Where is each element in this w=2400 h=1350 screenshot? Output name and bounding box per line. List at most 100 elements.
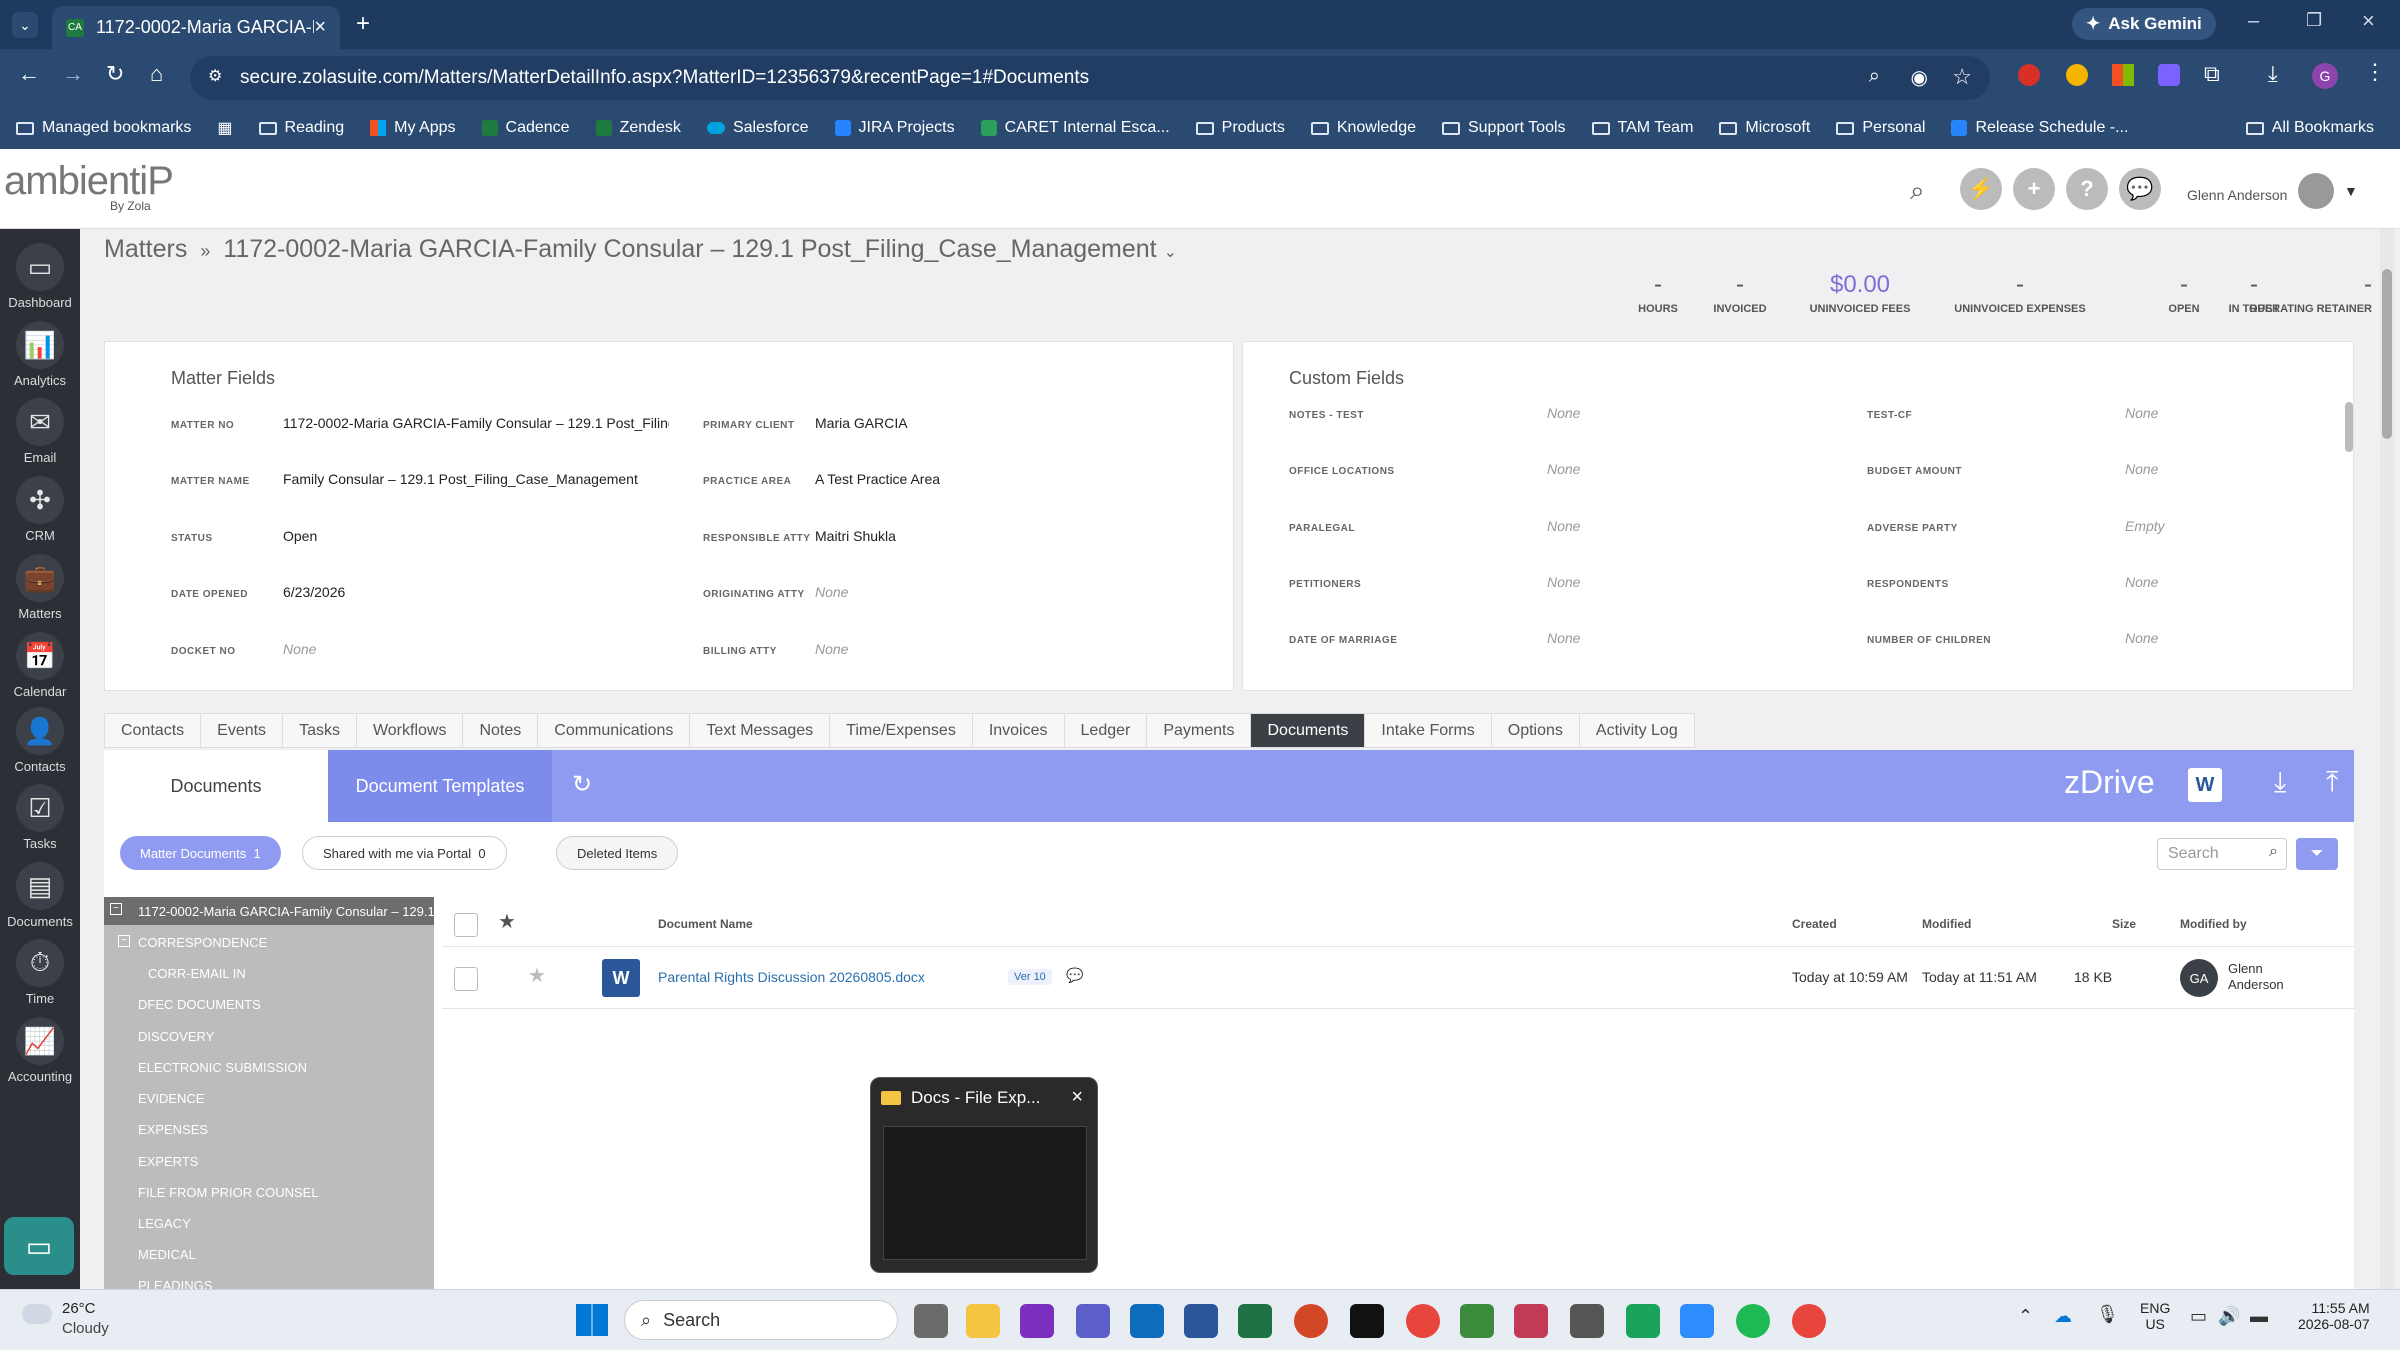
collapse-icon[interactable]: − — [110, 903, 122, 915]
extension-icon[interactable] — [2066, 64, 2088, 86]
onenote-icon[interactable] — [1020, 1304, 1054, 1338]
nav-calendar[interactable]: 📅 Calendar — [0, 632, 80, 699]
tab-intake-forms[interactable]: Intake Forms — [1364, 713, 1491, 748]
close-tab-icon[interactable]: × — [314, 16, 326, 39]
tree-node[interactable]: CORR-EMAIL IN — [148, 966, 246, 981]
bookmark-myapps[interactable]: My Apps — [370, 119, 456, 137]
tab-invoices[interactable]: Invoices — [971, 713, 1064, 748]
spotify-icon[interactable] — [1736, 1304, 1770, 1338]
matter-documents-filter[interactable]: Matter Documents 1 — [120, 836, 281, 870]
bookmark-jira[interactable]: JIRA Projects — [834, 119, 955, 137]
tab-notes[interactable]: Notes — [462, 713, 538, 748]
extension-icon[interactable] — [2158, 64, 2180, 86]
tree-node[interactable]: DFEC DOCUMENTS — [138, 997, 261, 1012]
tab-contacts[interactable]: Contacts — [104, 713, 201, 748]
favorite-star-icon[interactable]: ★ — [528, 963, 546, 988]
nav-documents[interactable]: ▤ Documents — [0, 862, 80, 929]
site-info-icon[interactable]: ⚙ — [208, 66, 222, 86]
windows-start-icon[interactable] — [576, 1304, 608, 1336]
eye-icon[interactable]: ◉ — [1911, 65, 1928, 90]
file-explorer-preview[interactable]: Docs - File Exp... × — [870, 1077, 1098, 1273]
tab-documents[interactable]: Documents — [1250, 713, 1365, 748]
bookmark-personal[interactable]: Personal — [1836, 119, 1925, 137]
bookmark-release-schedule[interactable]: Release Schedule -... — [1951, 119, 2128, 137]
restore-icon[interactable]: ❐ — [2306, 10, 2322, 31]
tab-text-messages[interactable]: Text Messages — [689, 713, 830, 748]
deleted-items-filter[interactable]: Deleted Items — [556, 836, 679, 870]
shared-via-portal-filter[interactable]: Shared with me via Portal 0 — [302, 836, 507, 870]
bookmark-cadence[interactable]: Cadence — [481, 119, 570, 137]
tree-node[interactable]: PLEADINGS — [138, 1278, 212, 1289]
panel-scrollbar[interactable] — [2345, 402, 2353, 452]
user-avatar[interactable] — [2298, 173, 2334, 209]
breadcrumb-root[interactable]: Matters — [104, 235, 187, 263]
bookmark-star-icon[interactable]: ☆ — [1952, 64, 1972, 90]
tree-node[interactable]: FILE FROM PRIOR COUNSEL — [138, 1185, 319, 1200]
help-icon[interactable]: ? — [2066, 168, 2108, 210]
chrome-menu-icon[interactable]: ⋮ — [2364, 59, 2386, 85]
apps-grid-icon[interactable]: ▦ — [217, 118, 232, 138]
back-icon[interactable]: ← — [18, 61, 40, 87]
user-name[interactable]: Glenn Anderson — [2187, 187, 2287, 203]
tab-communications[interactable]: Communications — [537, 713, 690, 748]
url-input[interactable]: ⚙ secure.zolasuite.com/Matters/MatterDet… — [190, 56, 1990, 100]
new-tab-icon[interactable]: + — [356, 10, 370, 38]
tab-workflows[interactable]: Workflows — [355, 713, 463, 748]
file-explorer-icon[interactable] — [966, 1304, 1000, 1338]
bookmark-managed[interactable]: Managed bookmarks — [16, 119, 191, 137]
tree-node[interactable]: MEDICAL — [138, 1247, 196, 1262]
app-icon[interactable] — [1460, 1304, 1494, 1338]
tab-events[interactable]: Events — [200, 713, 283, 748]
chrome-icon[interactable] — [1792, 1304, 1826, 1338]
collapse-icon[interactable]: − — [118, 935, 130, 947]
outlook-icon[interactable] — [1130, 1304, 1164, 1338]
taskbar-search[interactable]: ⌕ Search — [624, 1300, 898, 1340]
filter-icon[interactable]: ⏷ — [2296, 838, 2338, 870]
extension-icon[interactable] — [2018, 64, 2040, 86]
weather-temp[interactable]: 26°C — [62, 1300, 96, 1317]
column-modified[interactable]: Modified — [1922, 917, 1971, 931]
bookmark-microsoft[interactable]: Microsoft — [1719, 119, 1810, 137]
chrome-icon[interactable] — [1406, 1304, 1440, 1338]
upload-icon[interactable]: ⤒ — [2326, 766, 2338, 799]
nav-analytics[interactable]: 📊 Analytics — [0, 321, 80, 388]
tab-activity-log[interactable]: Activity Log — [1578, 713, 1695, 748]
nav-tasks[interactable]: ☑ Tasks — [0, 784, 80, 851]
tree-node[interactable]: 1172-0002-Maria GARCIA-Family Consular –… — [138, 904, 434, 919]
search-icon[interactable]: ⌕ — [1910, 175, 1925, 207]
add-icon[interactable]: + — [2013, 168, 2055, 210]
document-search-input[interactable]: Search ⌕ — [2157, 838, 2287, 870]
profile-avatar[interactable]: G — [2312, 63, 2338, 89]
volume-icon[interactable]: 🔊 — [2218, 1306, 2240, 1327]
refresh-icon[interactable]: ↻ — [572, 770, 592, 799]
battery-icon[interactable]: ▬ — [2250, 1306, 2268, 1327]
nav-dashboard[interactable]: ▭ Dashboard — [0, 243, 80, 310]
excel-icon[interactable] — [1238, 1304, 1272, 1338]
forward-icon[interactable]: → — [62, 61, 84, 87]
comment-icon[interactable]: 💬 — [1066, 967, 1083, 984]
bookmark-reading[interactable]: Reading — [258, 119, 344, 137]
word-icon[interactable]: W — [2188, 768, 2222, 802]
download-icon[interactable]: ⤓ — [2274, 766, 2286, 799]
tab-options[interactable]: Options — [1490, 713, 1579, 748]
column-created[interactable]: Created — [1792, 917, 1837, 931]
tab-time-expenses[interactable]: Time/Expenses — [829, 713, 972, 748]
browser-tab[interactable]: CA 1172-0002-Maria GARCIA-Fam × — [52, 6, 340, 49]
tree-node[interactable]: ELECTRONIC SUBMISSION — [138, 1060, 307, 1075]
row-checkbox[interactable] — [454, 967, 478, 991]
nav-email[interactable]: ✉ Email — [0, 398, 80, 465]
select-all-checkbox[interactable] — [454, 913, 478, 937]
preview-close-icon[interactable]: × — [1071, 1086, 1083, 1109]
home-icon[interactable]: ⌂ — [150, 61, 163, 87]
bookmark-zendesk[interactable]: Zendesk — [595, 119, 681, 137]
clock[interactable]: 11:55 AM 2026-08-07 — [2298, 1300, 2370, 1332]
word-taskbar-icon[interactable] — [1184, 1304, 1218, 1338]
nav-crm[interactable]: ✣ CRM — [0, 476, 80, 543]
column-document-name[interactable]: Document Name — [658, 917, 753, 931]
documents-subtab[interactable]: Documents — [104, 750, 328, 822]
tree-node[interactable]: EXPERTS — [138, 1154, 198, 1169]
window-close-icon[interactable]: × — [2362, 8, 2375, 34]
document-name-link[interactable]: Parental Rights Discussion 20260805.docx — [658, 969, 925, 985]
nav-matters[interactable]: 💼 Matters — [0, 554, 80, 621]
app-icon[interactable] — [1626, 1304, 1660, 1338]
